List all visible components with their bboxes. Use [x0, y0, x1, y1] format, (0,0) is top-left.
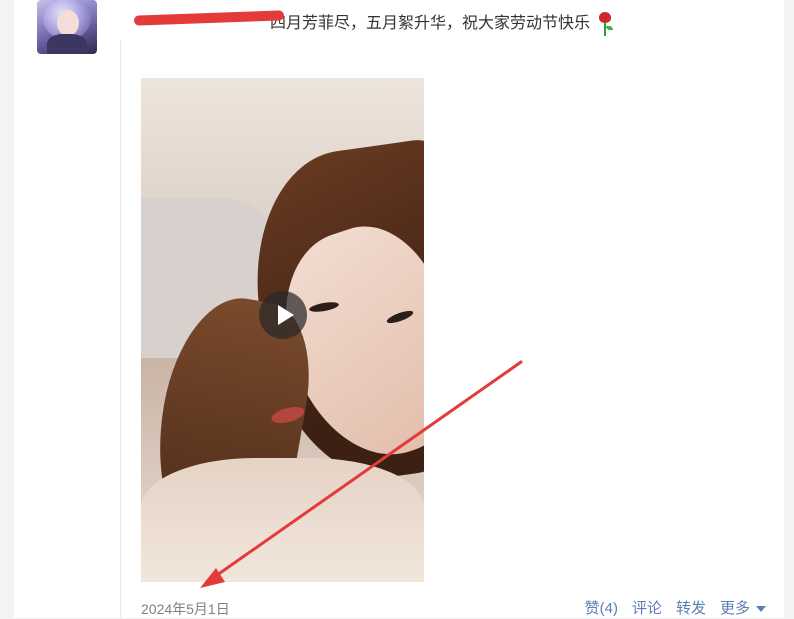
like-button[interactable]: 赞(4): [585, 599, 618, 619]
comment-button[interactable]: 评论: [632, 599, 662, 619]
play-icon[interactable]: [259, 291, 307, 339]
share-button[interactable]: 转发: [676, 599, 706, 619]
caret-down-icon: [756, 606, 766, 613]
post-date: 2024年5月1日: [141, 601, 230, 617]
more-label: 更多: [719, 600, 750, 617]
more-button[interactable]: 更多: [720, 599, 766, 619]
divider: [120, 40, 121, 618]
avatar[interactable]: [37, 0, 97, 54]
post-actions: 赞(4) 评论 转发 更多: [585, 599, 766, 619]
post-text-content: 四月芳菲尽，五月絮升华，祝大家劳动节快乐: [270, 15, 591, 33]
post-text: 四月芳菲尽，五月絮升华，祝大家劳动节快乐: [133, 10, 614, 36]
rose-emoji-icon: [596, 12, 614, 36]
redaction-mark: [133, 10, 285, 26]
